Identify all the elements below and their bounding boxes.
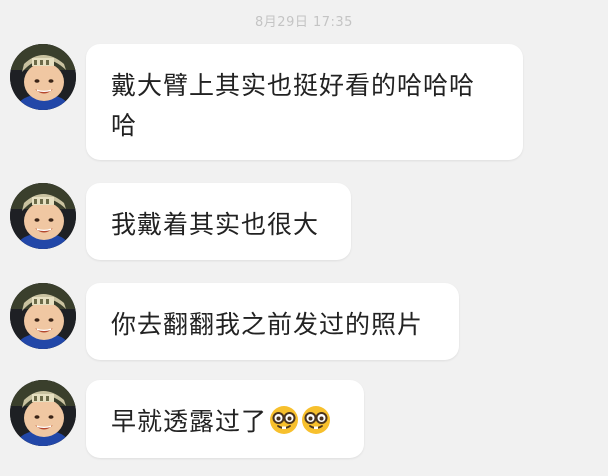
avatar-photo [10, 380, 76, 446]
avatar[interactable] [10, 44, 76, 110]
message-bubble[interactable]: 早就透露过了 [86, 380, 364, 458]
avatar-photo [10, 183, 76, 249]
message-text: 我戴着其实也很大 [111, 210, 320, 239]
avatar[interactable] [10, 380, 76, 446]
avatar[interactable] [10, 183, 76, 249]
chat-timestamp: 8月29日 17:35 [255, 15, 353, 30]
message-bubble[interactable]: 你去翻翻我之前发过的照片 [86, 283, 459, 360]
nerd-face-emoji [270, 406, 299, 434]
avatar-photo [10, 283, 76, 349]
avatar[interactable] [10, 283, 76, 349]
avatar-photo [10, 44, 76, 110]
message-bubble[interactable]: 戴大臂上其实也挺好看的哈哈哈哈 [86, 44, 523, 160]
message-bubble[interactable]: 我戴着其实也很大 [86, 183, 351, 260]
message-text: 你去翻翻我之前发过的照片 [111, 310, 424, 339]
nerd-face-emoji [302, 406, 331, 434]
message-text: 戴大臂上其实也挺好看的哈哈哈哈 [111, 71, 476, 140]
message-text: 早就透露过了 [111, 407, 268, 436]
